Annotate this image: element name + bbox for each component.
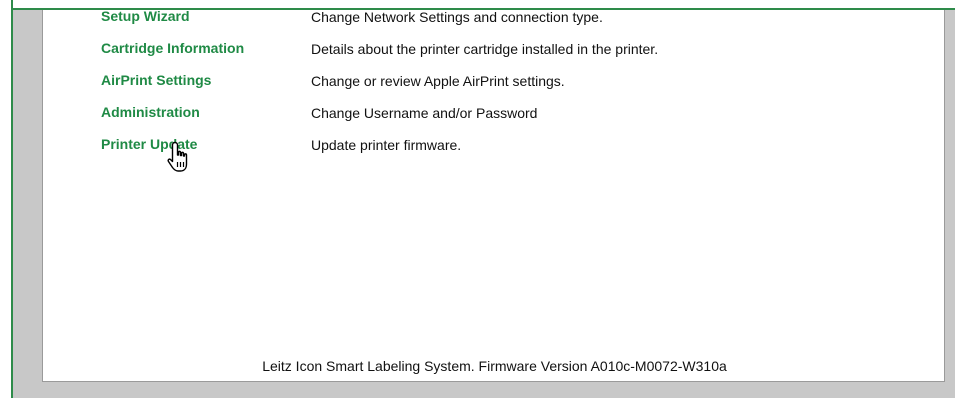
menu-row-cartridge-information: Cartridge Information Details about the … <box>101 33 658 65</box>
content-panel: Setup Wizard Change Network Settings and… <box>42 10 945 382</box>
menu-row-administration: Administration Change Username and/or Pa… <box>101 97 658 129</box>
administration-description: Change Username and/or Password <box>311 105 538 121</box>
menu-row-setup-wizard: Setup Wizard Change Network Settings and… <box>101 10 658 33</box>
setup-wizard-link[interactable]: Setup Wizard <box>101 10 190 24</box>
menu-row-airprint-settings: AirPrint Settings Change or review Apple… <box>101 65 658 97</box>
hand-pointer-icon <box>167 141 188 172</box>
administration-link[interactable]: Administration <box>101 104 200 120</box>
airprint-settings-link[interactable]: AirPrint Settings <box>101 72 211 88</box>
settings-menu: Setup Wizard Change Network Settings and… <box>101 10 658 161</box>
airprint-settings-description: Change or review Apple AirPrint settings… <box>311 73 565 89</box>
setup-wizard-description: Change Network Settings and connection t… <box>311 10 603 25</box>
cartridge-information-link[interactable]: Cartridge Information <box>101 40 244 56</box>
firmware-version-footer: Leitz Icon Smart Labeling System. Firmwa… <box>262 358 727 374</box>
cartridge-information-description: Details about the printer cartridge inst… <box>311 41 659 57</box>
browser-viewport: Setup Wizard Change Network Settings and… <box>0 0 955 398</box>
printer-update-description: Update printer firmware. <box>311 137 462 153</box>
